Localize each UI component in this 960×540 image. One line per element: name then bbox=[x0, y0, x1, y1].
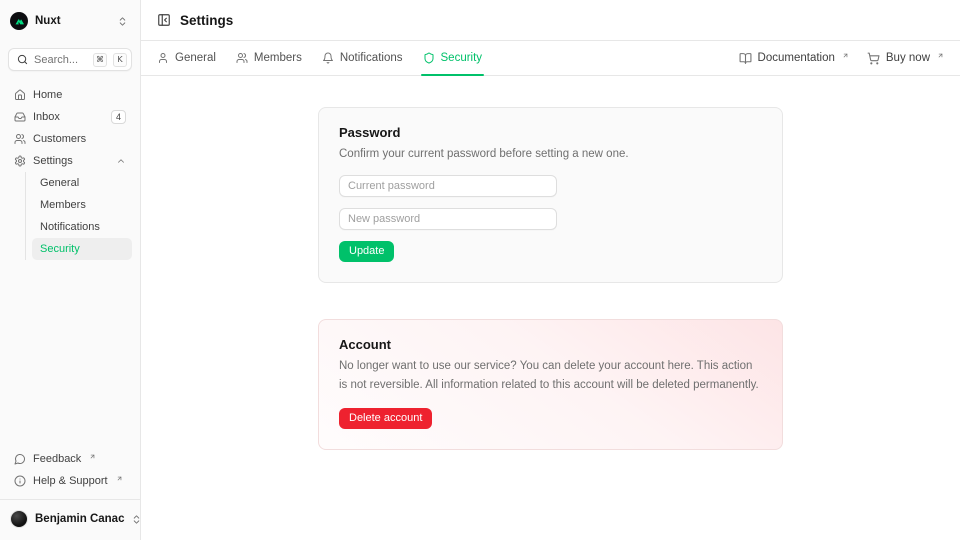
link-label: Documentation bbox=[758, 52, 835, 64]
sidebar-spacer bbox=[8, 260, 132, 448]
sidebar-item-label: Home bbox=[33, 89, 126, 101]
sidebar-item-settings[interactable]: Settings bbox=[8, 150, 132, 172]
book-open-icon bbox=[739, 52, 752, 65]
search-icon bbox=[17, 54, 28, 65]
sidebar-item-feedback[interactable]: Feedback bbox=[8, 448, 132, 470]
tab-label: Members bbox=[254, 52, 302, 64]
sidebar-item-inbox[interactable]: Inbox 4 bbox=[8, 106, 132, 128]
sidebar-item-label: Inbox bbox=[33, 111, 104, 123]
page-title: Settings bbox=[180, 13, 233, 28]
bell-icon bbox=[322, 52, 334, 64]
chevron-up-down-icon bbox=[117, 16, 128, 27]
settings-tabbar: General Members Notifications bbox=[141, 41, 960, 76]
search-input[interactable]: Search... ⌘ K bbox=[8, 48, 132, 71]
sidebar-subitem-label: Notifications bbox=[40, 221, 100, 233]
current-password-field[interactable] bbox=[339, 175, 557, 197]
collapse-sidebar-icon[interactable] bbox=[157, 13, 171, 27]
shopping-cart-icon bbox=[867, 52, 880, 65]
users-icon bbox=[14, 133, 26, 145]
sidebar-item-customers[interactable]: Customers bbox=[8, 128, 132, 150]
password-card-title: Password bbox=[339, 125, 762, 140]
tab-general[interactable]: General bbox=[157, 41, 216, 75]
new-password-field[interactable] bbox=[339, 208, 557, 230]
sidebar-item-home[interactable]: Home bbox=[8, 84, 132, 106]
kbd-meta: ⌘ bbox=[93, 53, 107, 67]
kbd-k: K bbox=[113, 53, 127, 67]
external-link-icon bbox=[842, 52, 849, 59]
header-links: Documentation Buy now bbox=[739, 41, 944, 75]
search-placeholder: Search... bbox=[34, 54, 87, 66]
gear-icon bbox=[14, 155, 26, 167]
workspace-selector[interactable]: Nuxt bbox=[8, 9, 132, 33]
external-link-icon bbox=[89, 453, 96, 460]
info-circle-icon bbox=[14, 475, 26, 487]
update-password-button[interactable]: Update bbox=[339, 241, 394, 262]
tab-notifications[interactable]: Notifications bbox=[322, 41, 403, 75]
settings-security-content: Password Confirm your current password b… bbox=[141, 76, 960, 540]
user-icon bbox=[157, 52, 169, 64]
link-label: Buy now bbox=[886, 52, 930, 64]
sidebar-item-label: Customers bbox=[33, 133, 126, 145]
tab-label: General bbox=[175, 52, 216, 64]
message-circle-icon bbox=[14, 453, 26, 465]
main-panel: Settings General Members bbox=[141, 0, 960, 540]
sidebar: Nuxt Search... ⌘ K Home bbox=[0, 0, 141, 540]
shield-icon bbox=[423, 52, 435, 64]
chevron-up-icon bbox=[116, 156, 126, 166]
page-header: Settings bbox=[141, 0, 960, 41]
settings-subnav: General Members Notifications Security bbox=[25, 172, 132, 260]
user-menu[interactable]: Benjamin Canac bbox=[8, 506, 132, 532]
buy-now-link[interactable]: Buy now bbox=[867, 52, 944, 65]
tabs: General Members Notifications bbox=[157, 41, 482, 75]
inbox-count-badge: 4 bbox=[111, 110, 126, 125]
sidebar-subitem-notifications[interactable]: Notifications bbox=[32, 216, 132, 238]
account-card-description: No longer want to use our service? You c… bbox=[339, 357, 762, 395]
tab-members[interactable]: Members bbox=[236, 41, 302, 75]
tab-label: Notifications bbox=[340, 52, 403, 64]
sidebar-subitem-members[interactable]: Members bbox=[32, 194, 132, 216]
user-name: Benjamin Canac bbox=[35, 513, 124, 525]
sidebar-item-label: Settings bbox=[33, 155, 109, 167]
account-card: Account No longer want to use our servic… bbox=[318, 319, 783, 450]
home-icon bbox=[14, 89, 26, 101]
app-window: Nuxt Search... ⌘ K Home bbox=[0, 0, 960, 540]
avatar bbox=[10, 510, 28, 528]
password-card: Password Confirm your current password b… bbox=[318, 107, 783, 283]
sidebar-subitem-label: Security bbox=[40, 243, 80, 255]
sidebar-subitem-label: General bbox=[40, 177, 79, 189]
delete-account-button[interactable]: Delete account bbox=[339, 408, 432, 429]
tab-label: Security bbox=[441, 52, 483, 64]
sidebar-nav: Home Inbox 4 Customers Settings bbox=[8, 84, 132, 260]
tab-security[interactable]: Security bbox=[423, 41, 483, 75]
workspace-name: Nuxt bbox=[35, 15, 110, 27]
users-icon bbox=[236, 52, 248, 64]
sidebar-item-label: Feedback bbox=[33, 453, 81, 465]
sidebar-divider bbox=[0, 499, 140, 500]
sidebar-subitem-label: Members bbox=[40, 199, 86, 211]
documentation-link[interactable]: Documentation bbox=[739, 52, 849, 65]
sidebar-item-help-support[interactable]: Help & Support bbox=[8, 470, 132, 492]
external-link-icon bbox=[116, 475, 123, 482]
sidebar-subitem-general[interactable]: General bbox=[32, 172, 132, 194]
password-card-description: Confirm your current password before set… bbox=[339, 145, 762, 164]
account-card-title: Account bbox=[339, 337, 762, 352]
external-link-icon bbox=[937, 52, 944, 59]
sidebar-subitem-security[interactable]: Security bbox=[32, 238, 132, 260]
nuxt-logo-icon bbox=[10, 12, 28, 30]
sidebar-item-label: Help & Support bbox=[33, 475, 108, 487]
inbox-icon bbox=[14, 111, 26, 123]
